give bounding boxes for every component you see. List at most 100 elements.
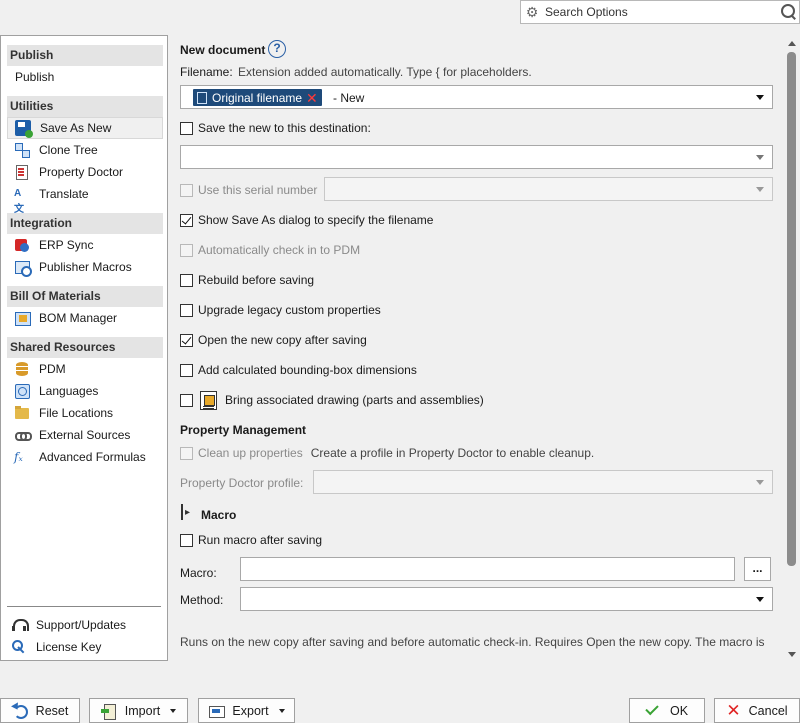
search-options-box[interactable]: ⚙ <box>520 0 800 24</box>
options-panel: New document ? Filename: Extension added… <box>168 35 800 661</box>
pdm-icon <box>14 361 30 377</box>
rebuild-checkbox[interactable] <box>180 273 193 287</box>
sidebar-item-publisher-macros[interactable]: Publisher Macros <box>7 256 163 278</box>
erp-sync-icon <box>14 237 30 253</box>
bring-drawing-checkbox[interactable] <box>180 393 193 407</box>
section-header-utilities: Utilities <box>7 96 163 117</box>
chevron-down-icon[interactable] <box>756 155 764 160</box>
help-icon[interactable]: ? <box>268 40 286 58</box>
sidebar-item-label: Save As New <box>40 121 112 135</box>
drawing-icon <box>200 390 217 410</box>
sidebar-item-license-key[interactable]: License Key <box>7 636 163 658</box>
profile-combobox <box>313 470 773 494</box>
sidebar-item-label: Support/Updates <box>36 618 127 632</box>
run-macro-option[interactable]: Run macro after saving <box>180 531 322 549</box>
import-icon <box>100 703 117 720</box>
sidebar-item-save-as-new[interactable]: Save As New <box>7 117 163 139</box>
macro-path-input[interactable] <box>240 557 735 581</box>
sidebar-item-clone-tree[interactable]: Clone Tree <box>7 139 163 161</box>
sidebar-item-support-updates[interactable]: Support/Updates <box>7 614 163 636</box>
languages-icon <box>14 383 30 399</box>
vertical-scrollbar[interactable] <box>785 35 799 661</box>
bring-drawing-option[interactable]: Bring associated drawing (parts and asse… <box>180 390 484 410</box>
sidebar-item-publish[interactable]: Publish <box>7 66 163 88</box>
sidebar-item-languages[interactable]: Languages <box>7 380 163 402</box>
clone-tree-icon <box>14 142 30 158</box>
scrollbar-thumb[interactable] <box>787 52 796 566</box>
filename-suffix: - New <box>333 91 365 105</box>
remove-chip-icon[interactable]: ✕ <box>306 91 318 105</box>
cleanup-properties-checkbox <box>180 446 193 460</box>
search-input[interactable] <box>543 2 777 22</box>
method-combobox[interactable] <box>240 587 773 611</box>
chevron-down-icon[interactable] <box>756 597 764 602</box>
sidebar-item-label: BOM Manager <box>39 311 118 325</box>
rebuild-option[interactable]: Rebuild before saving <box>180 271 314 289</box>
show-save-as-option[interactable]: Show Save As dialog to specify the filen… <box>180 211 433 229</box>
auto-checkin-checkbox <box>180 243 193 257</box>
export-button[interactable]: Export <box>198 698 295 723</box>
placeholder-chip[interactable]: Original filename ✕ <box>193 89 322 106</box>
ok-button[interactable]: OK <box>629 698 705 723</box>
sidebar-item-external-sources[interactable]: External Sources <box>7 424 163 446</box>
sidebar-item-label: Publisher Macros <box>39 260 132 274</box>
sidebar-item-property-doctor[interactable]: Property Doctor <box>7 161 163 183</box>
chevron-down-icon[interactable] <box>756 95 764 100</box>
bounding-box-checkbox[interactable] <box>180 363 193 377</box>
reset-icon <box>12 703 28 719</box>
cleanup-properties-option: Clean up properties Create a profile in … <box>180 444 594 462</box>
import-button[interactable]: Import <box>89 698 188 723</box>
auto-checkin-label: Automatically check in to PDM <box>198 243 361 257</box>
save-destination-checkbox[interactable] <box>180 121 193 135</box>
sidebar-item-pdm[interactable]: PDM <box>7 358 163 380</box>
export-icon <box>208 703 226 719</box>
run-macro-label: Run macro after saving <box>198 533 323 547</box>
serial-number-combobox <box>324 177 773 201</box>
cancel-button[interactable]: ✕ Cancel <box>714 698 800 723</box>
reset-button[interactable]: Reset <box>0 698 80 723</box>
sidebar-item-label: Advanced Formulas <box>39 450 146 464</box>
external-sources-icon <box>14 427 32 443</box>
sidebar-item-bom-manager[interactable]: BOM Manager <box>7 307 163 329</box>
search-icon[interactable] <box>777 1 799 23</box>
filename-combobox[interactable]: Original filename ✕ - New <box>180 85 773 109</box>
chevron-down-icon <box>756 480 764 485</box>
open-new-copy-checkbox[interactable] <box>180 333 193 347</box>
upgrade-legacy-option[interactable]: Upgrade legacy custom properties <box>180 301 381 319</box>
sidebar-item-label: PDM <box>39 362 66 376</box>
profile-label: Property Doctor profile: <box>180 476 304 490</box>
scroll-up-icon[interactable] <box>788 41 796 46</box>
section-header-publish: Publish <box>7 45 163 66</box>
chip-label: Original filename <box>212 90 303 105</box>
sidebar-item-translate[interactable]: A文 Translate <box>7 183 163 215</box>
chevron-down-icon <box>278 708 285 713</box>
file-locations-icon <box>14 405 30 421</box>
sidebar-item-erp-sync[interactable]: ERP Sync <box>7 234 163 256</box>
check-icon <box>645 701 659 716</box>
sidebar: Publish Publish Utilities Save As New Cl… <box>0 35 168 661</box>
sidebar-item-label: External Sources <box>39 428 131 442</box>
bounding-box-option[interactable]: Add calculated bounding-box dimensions <box>180 361 417 379</box>
rebuild-label: Rebuild before saving <box>198 273 315 287</box>
destination-combobox[interactable] <box>180 145 773 169</box>
serial-number-checkbox <box>180 183 193 197</box>
bounding-box-label: Add calculated bounding-box dimensions <box>198 363 417 377</box>
scroll-down-icon[interactable] <box>788 652 796 657</box>
sidebar-item-advanced-formulas[interactable]: fₓ Advanced Formulas <box>7 446 163 468</box>
sidebar-item-file-locations[interactable]: File Locations <box>7 402 163 424</box>
save-destination-option[interactable]: Save the new to this destination: <box>180 119 371 137</box>
open-new-copy-option[interactable]: Open the new copy after saving <box>180 331 367 349</box>
browse-macro-button[interactable]: ... <box>744 557 771 581</box>
sidebar-item-label: Languages <box>39 384 99 398</box>
macro-title: Macro <box>201 508 237 522</box>
upgrade-legacy-checkbox[interactable] <box>180 303 193 317</box>
filename-label: Filename: <box>180 65 233 79</box>
cancel-label: Cancel <box>748 703 788 718</box>
section-header-bom: Bill Of Materials <box>7 286 163 307</box>
sidebar-item-label: File Locations <box>39 406 114 420</box>
macro-note: Runs on the new copy after saving and be… <box>180 635 765 649</box>
sidebar-divider <box>7 606 161 607</box>
show-save-as-checkbox[interactable] <box>180 213 193 227</box>
run-macro-checkbox[interactable] <box>180 533 193 547</box>
serial-number-option: Use this serial number <box>180 181 317 199</box>
